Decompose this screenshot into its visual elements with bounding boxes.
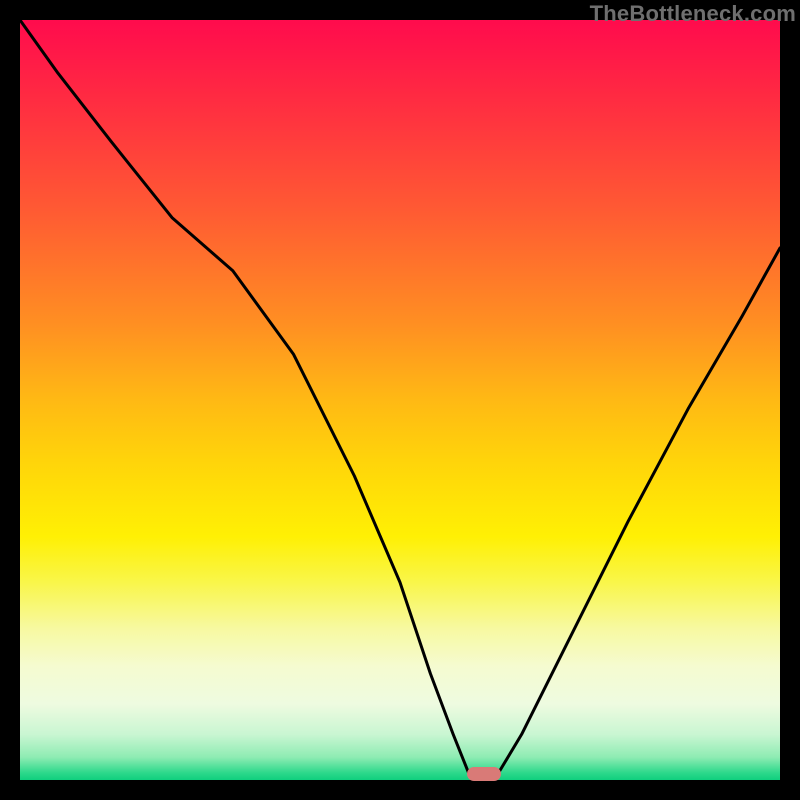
chart-frame: TheBottleneck.com [0,0,800,800]
watermark-text: TheBottleneck.com [590,1,796,27]
optimum-marker [467,767,501,781]
plot-area [20,20,780,780]
heat-gradient-background [20,20,780,780]
